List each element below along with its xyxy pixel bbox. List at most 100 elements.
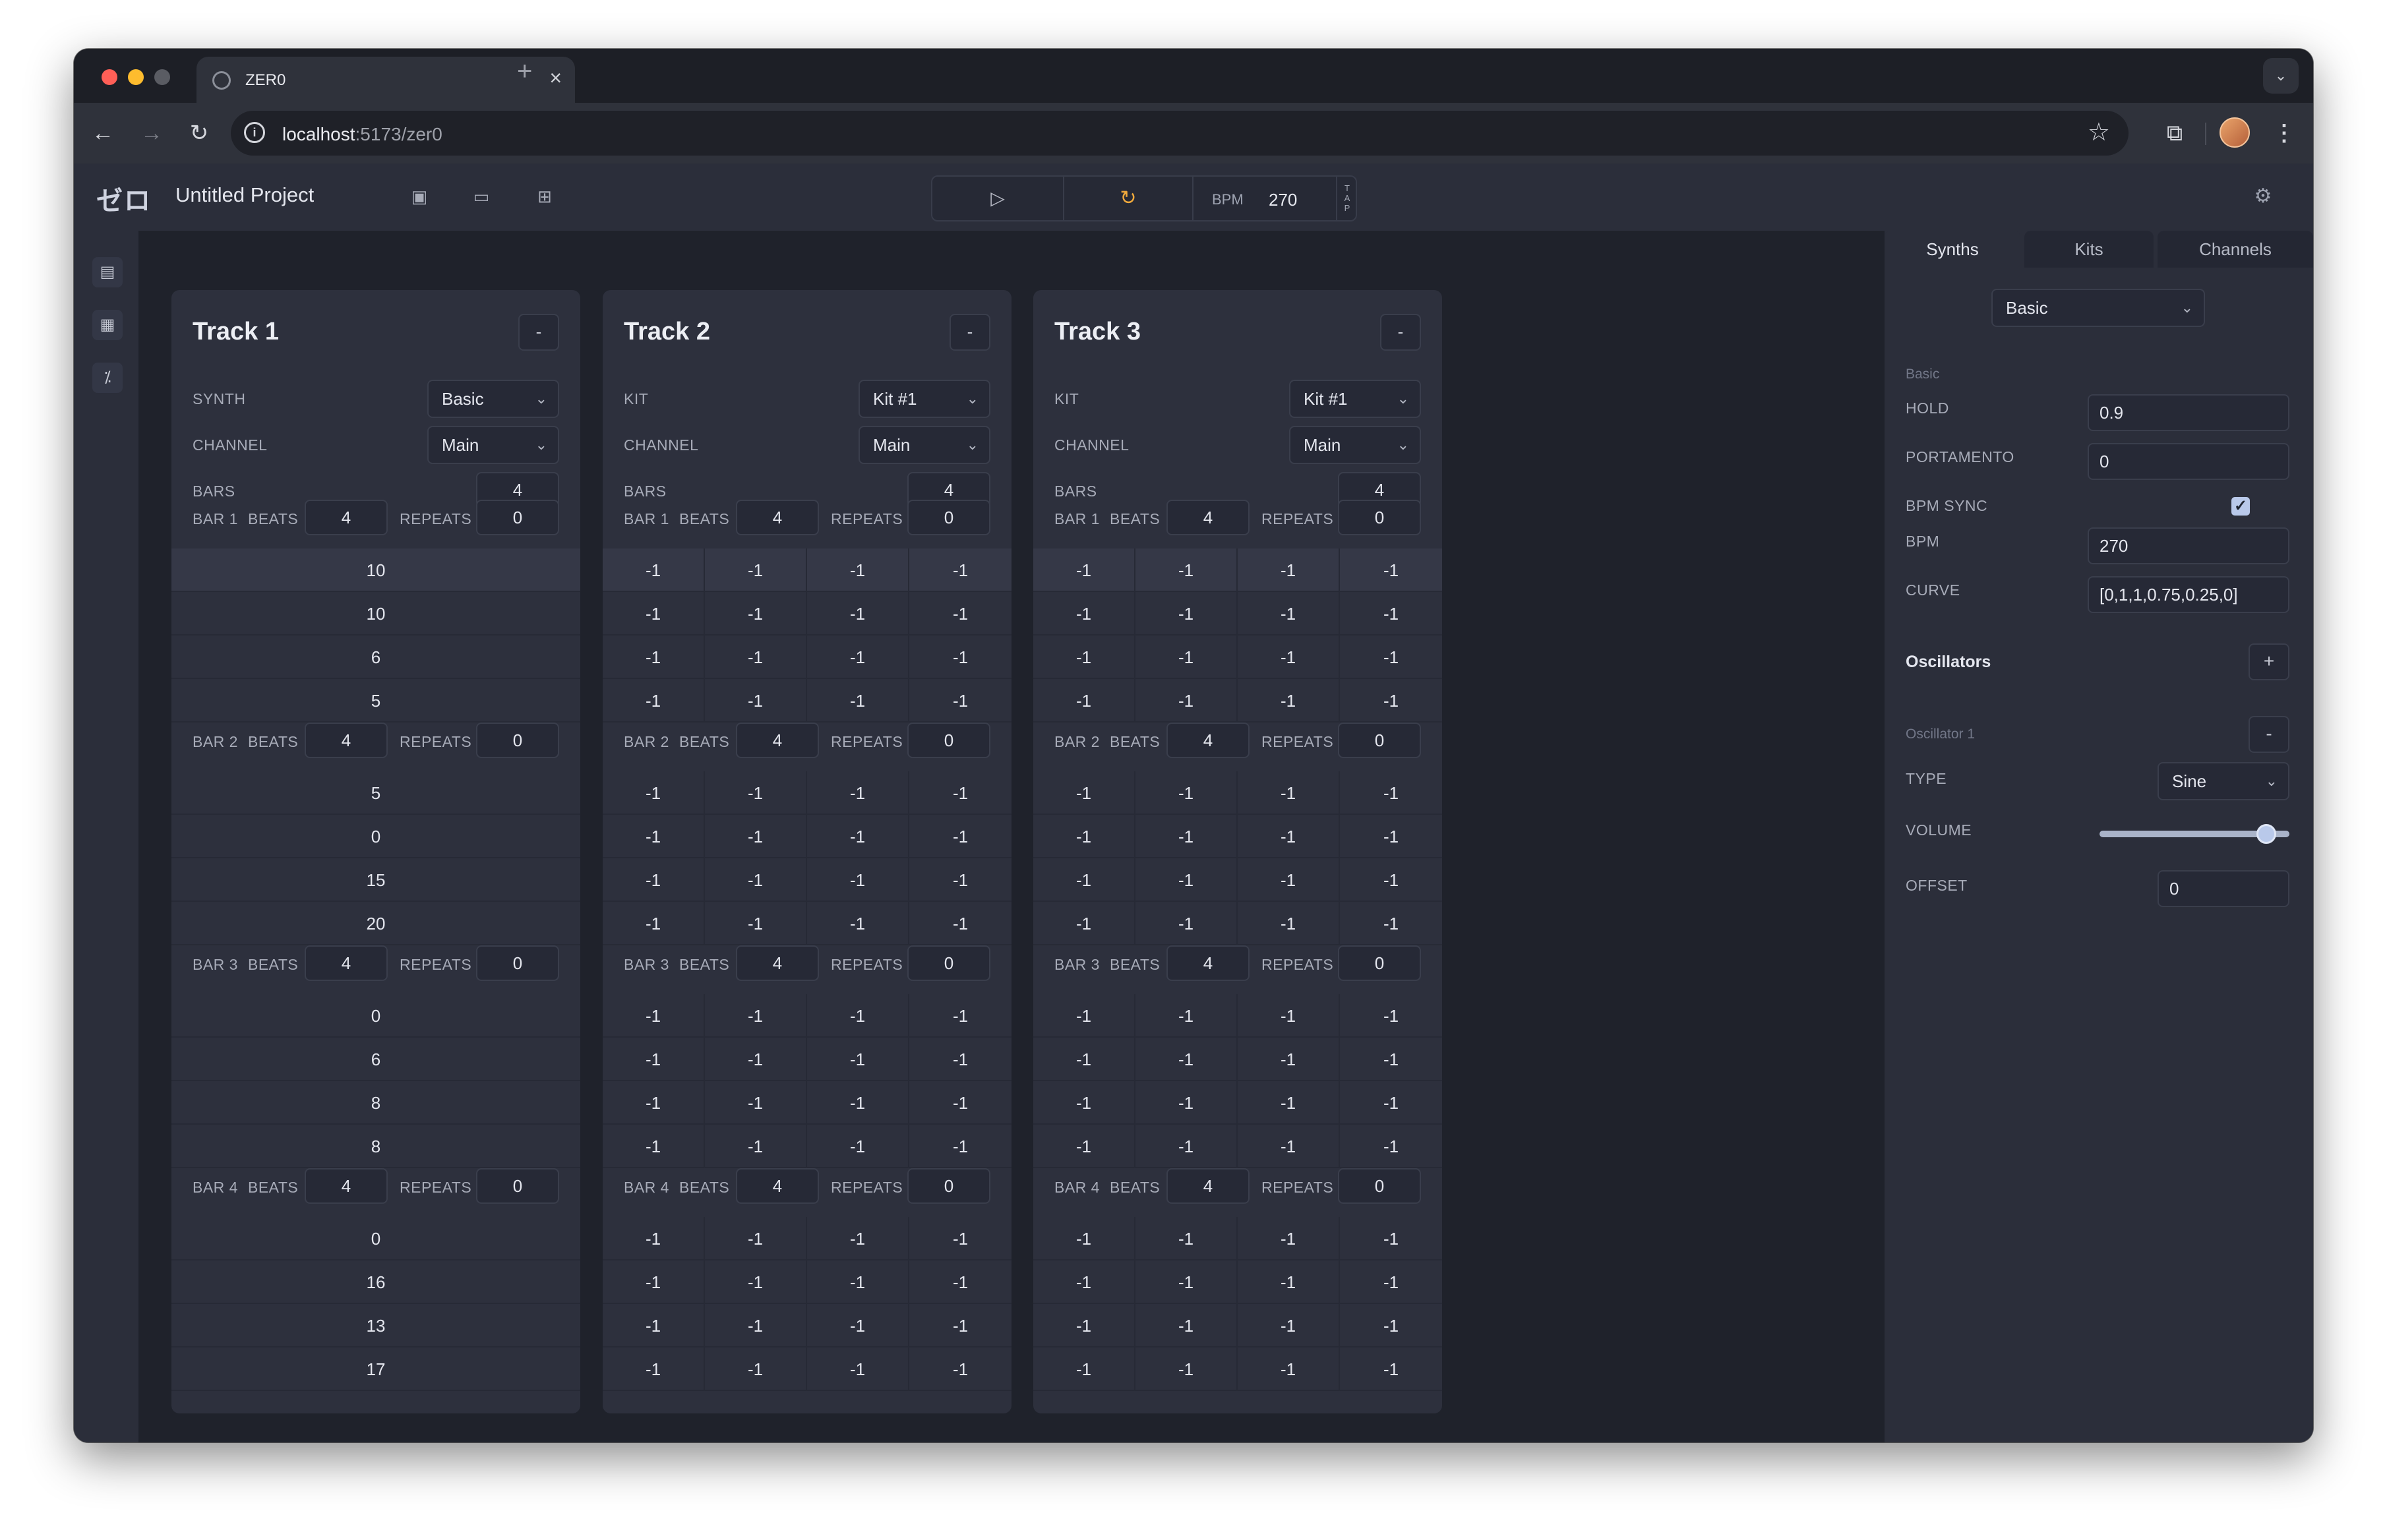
curve-input[interactable]: [0,1,1,0.75,0.25,0] <box>2088 576 2289 613</box>
tab-close-button[interactable]: × <box>549 67 562 88</box>
step-cell[interactable]: -1 <box>1340 771 1442 815</box>
step-cell[interactable]: -1 <box>603 1038 705 1081</box>
step-cell[interactable]: -1 <box>807 994 909 1038</box>
channel-select[interactable]: Main ⌄ <box>859 426 990 464</box>
bpm-input[interactable]: 270 <box>1269 190 1297 210</box>
play-button[interactable]: ▷ <box>932 177 1064 220</box>
browser-menu-icon[interactable]: ⋮ <box>2272 113 2296 153</box>
repeats-input[interactable]: 0 <box>907 1168 990 1204</box>
step-cell[interactable]: 15 <box>171 858 580 902</box>
step-cell[interactable]: -1 <box>1340 1260 1442 1304</box>
step-cell[interactable]: -1 <box>807 1038 909 1081</box>
step-cell[interactable]: -1 <box>1135 636 1238 679</box>
tab-channels[interactable]: Channels <box>2158 231 2313 268</box>
beats-input[interactable]: 4 <box>305 500 388 535</box>
beats-input[interactable]: 4 <box>1166 500 1250 535</box>
step-cell[interactable]: -1 <box>1340 636 1442 679</box>
step-cell[interactable]: -1 <box>1033 592 1135 636</box>
step-cell[interactable]: 16 <box>171 1260 580 1304</box>
forward-button[interactable]: → <box>133 115 170 152</box>
step-cell[interactable]: -1 <box>807 771 909 815</box>
tap-tempo-button[interactable]: TAP <box>1336 177 1357 220</box>
repeats-input[interactable]: 0 <box>907 500 990 535</box>
step-cell[interactable]: -1 <box>807 815 909 858</box>
step-cell[interactable]: -1 <box>705 994 807 1038</box>
step-cell[interactable]: -1 <box>1340 815 1442 858</box>
step-cell[interactable]: -1 <box>1033 771 1135 815</box>
step-cell[interactable]: -1 <box>705 1304 807 1348</box>
step-cell[interactable]: -1 <box>1135 1304 1238 1348</box>
step-cell[interactable]: 10 <box>171 592 580 636</box>
repeats-input[interactable]: 0 <box>476 500 559 535</box>
tab-synths[interactable]: Synths <box>1885 231 2020 268</box>
channel-select[interactable]: Main ⌄ <box>427 426 559 464</box>
step-cell[interactable]: -1 <box>1033 994 1135 1038</box>
profile-avatar[interactable] <box>2220 117 2250 148</box>
back-button[interactable]: ← <box>84 115 121 152</box>
step-cell[interactable]: -1 <box>909 636 1012 679</box>
step-cell[interactable]: -1 <box>1340 1348 1442 1391</box>
source-select[interactable]: Kit #1 ⌄ <box>859 380 990 418</box>
remove-track-button[interactable]: - <box>1380 314 1421 351</box>
address-url[interactable]: localhost:5173/zer0 <box>282 124 442 145</box>
step-cell[interactable]: -1 <box>603 548 705 592</box>
loop-button[interactable]: ↻ <box>1064 177 1194 220</box>
step-cell[interactable]: 0 <box>171 994 580 1038</box>
oscillator-type-select[interactable]: Sine ⌄ <box>2158 762 2289 800</box>
repeats-input[interactable]: 0 <box>476 723 559 758</box>
step-cell[interactable]: -1 <box>1340 1304 1442 1348</box>
step-cell[interactable]: -1 <box>705 858 807 902</box>
step-cell[interactable]: -1 <box>807 636 909 679</box>
step-cell[interactable]: -1 <box>603 1081 705 1125</box>
step-cell[interactable]: -1 <box>1238 994 1340 1038</box>
grid-view-icon[interactable]: ▦ <box>92 310 123 340</box>
step-cell[interactable]: -1 <box>1135 771 1238 815</box>
step-cell[interactable]: -1 <box>603 858 705 902</box>
beats-input[interactable]: 4 <box>736 723 819 758</box>
tracks-view-icon[interactable]: ▤ <box>92 257 123 287</box>
step-cell[interactable]: -1 <box>1135 1217 1238 1260</box>
step-cell[interactable]: -1 <box>705 592 807 636</box>
beats-input[interactable]: 4 <box>1166 945 1250 981</box>
folder-icon[interactable]: ▭ <box>468 183 495 210</box>
site-info-icon[interactable]: i <box>244 122 265 143</box>
minimize-window-button[interactable] <box>128 69 144 85</box>
repeats-input[interactable]: 0 <box>1338 945 1421 981</box>
step-cell[interactable]: -1 <box>1340 1081 1442 1125</box>
repeats-input[interactable]: 0 <box>1338 1168 1421 1204</box>
step-cell[interactable]: -1 <box>1340 1038 1442 1081</box>
step-cell[interactable]: -1 <box>705 636 807 679</box>
volume-slider[interactable] <box>2100 824 2289 844</box>
step-cell[interactable]: -1 <box>1135 815 1238 858</box>
step-cell[interactable]: 8 <box>171 1081 580 1125</box>
step-cell[interactable]: -1 <box>1135 592 1238 636</box>
step-cell[interactable]: -1 <box>807 1081 909 1125</box>
step-cell[interactable]: -1 <box>705 1081 807 1125</box>
step-cell[interactable]: -1 <box>1238 548 1340 592</box>
step-cell[interactable]: -1 <box>1033 815 1135 858</box>
synth-bpm-input[interactable]: 270 <box>2088 527 2289 564</box>
step-cell[interactable]: -1 <box>705 1260 807 1304</box>
step-cell[interactable]: -1 <box>705 1038 807 1081</box>
close-window-button[interactable] <box>102 69 117 85</box>
step-cell[interactable]: -1 <box>909 592 1012 636</box>
save-icon[interactable]: ▣ <box>406 183 433 210</box>
step-cell[interactable]: -1 <box>1238 1260 1340 1304</box>
step-cell[interactable]: -1 <box>807 1348 909 1391</box>
beats-input[interactable]: 4 <box>305 1168 388 1204</box>
beats-input[interactable]: 4 <box>1166 723 1250 758</box>
step-cell[interactable]: -1 <box>909 1081 1012 1125</box>
step-cell[interactable]: -1 <box>1238 1038 1340 1081</box>
step-cell[interactable]: -1 <box>1238 858 1340 902</box>
step-cell[interactable]: -1 <box>909 771 1012 815</box>
step-cell[interactable]: -1 <box>603 815 705 858</box>
step-cell[interactable]: -1 <box>705 1217 807 1260</box>
step-cell[interactable]: -1 <box>909 815 1012 858</box>
step-cell[interactable]: -1 <box>1238 1348 1340 1391</box>
step-cell[interactable]: -1 <box>909 1348 1012 1391</box>
step-cell[interactable]: -1 <box>603 1304 705 1348</box>
new-tab-button[interactable]: + <box>517 58 532 84</box>
beats-input[interactable]: 4 <box>1166 1168 1250 1204</box>
step-cell[interactable]: -1 <box>603 636 705 679</box>
add-oscillator-button[interactable]: + <box>2249 643 2289 680</box>
